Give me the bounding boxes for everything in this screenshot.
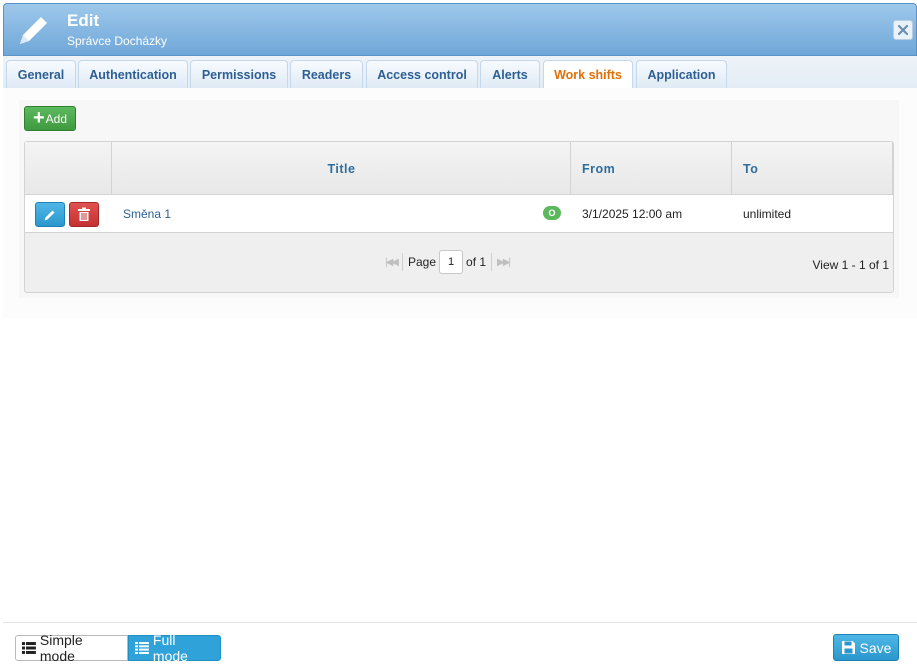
work-shifts-grid: Title From To Směna 1 O 3/1/2025 12:00 a…	[24, 141, 894, 293]
list-icon	[22, 642, 36, 654]
edit-icon	[44, 210, 55, 220]
tab-bar: General Authentication Permissions Reade…	[3, 56, 917, 89]
column-header-actions	[25, 142, 112, 195]
column-header-to[interactable]: To	[743, 142, 893, 195]
trash-icon	[78, 207, 90, 221]
list-icon	[135, 642, 149, 654]
page-total: of 1	[466, 255, 487, 269]
column-header-title[interactable]: Title	[112, 142, 571, 195]
simple-mode-label: Simple mode	[39, 632, 83, 664]
plus-icon: +	[32, 106, 45, 129]
dialog-title: Edit	[67, 11, 100, 30]
shift-to: unlimited	[743, 207, 792, 221]
edit-button[interactable]	[35, 202, 65, 227]
tab-work-shifts[interactable]: Work shifts	[543, 60, 633, 89]
add-label: Add	[45, 111, 68, 126]
table-row[interactable]: Směna 1 O 3/1/2025 12:00 am unlimited	[25, 195, 893, 233]
close-icon	[898, 25, 908, 35]
pager: |◀◀ Page of 1 ▶▶|	[385, 250, 511, 274]
dialog-footer: Simple mode Full mode Save	[3, 622, 917, 671]
tab-readers[interactable]: Readers	[290, 60, 363, 88]
page-input[interactable]	[439, 250, 464, 274]
save-icon	[841, 641, 855, 654]
pager-separator	[401, 253, 403, 271]
save-button[interactable]: Save	[833, 634, 899, 661]
pencil-icon	[20, 17, 47, 44]
save-label: Save	[859, 639, 892, 656]
shift-from: 3/1/2025 12:00 am	[582, 207, 683, 221]
status-badge: O	[543, 206, 561, 220]
full-mode-label: Full mode	[152, 632, 188, 664]
tab-authentication[interactable]: Authentication	[78, 60, 188, 88]
shift-title-link[interactable]: Směna 1	[123, 195, 171, 233]
tab-application[interactable]: Application	[636, 60, 727, 88]
column-header-from[interactable]: From	[582, 142, 732, 195]
full-mode-button[interactable]: Full mode	[128, 632, 221, 664]
view-info: View 1 - 1 of 1	[812, 258, 890, 272]
close-button[interactable]	[893, 20, 913, 40]
dialog-subtitle: Správce Docházky	[67, 34, 168, 48]
simple-mode-button[interactable]: Simple mode	[15, 632, 128, 664]
last-page-icon[interactable]: ▶▶|	[497, 257, 511, 268]
pager-separator	[491, 253, 493, 271]
grid-header-row: Title From To	[25, 142, 893, 195]
dialog-header: Edit Správce Docházky	[3, 3, 917, 56]
page-label: Page	[407, 255, 437, 269]
add-button[interactable]: + Add	[24, 106, 76, 131]
delete-button[interactable]	[69, 202, 99, 227]
tab-access-control[interactable]: Access control	[366, 60, 478, 88]
tab-alerts[interactable]: Alerts	[480, 60, 540, 88]
first-page-icon[interactable]: |◀◀	[385, 257, 399, 268]
tab-general[interactable]: General	[6, 60, 76, 88]
tab-permissions[interactable]: Permissions	[190, 60, 288, 88]
